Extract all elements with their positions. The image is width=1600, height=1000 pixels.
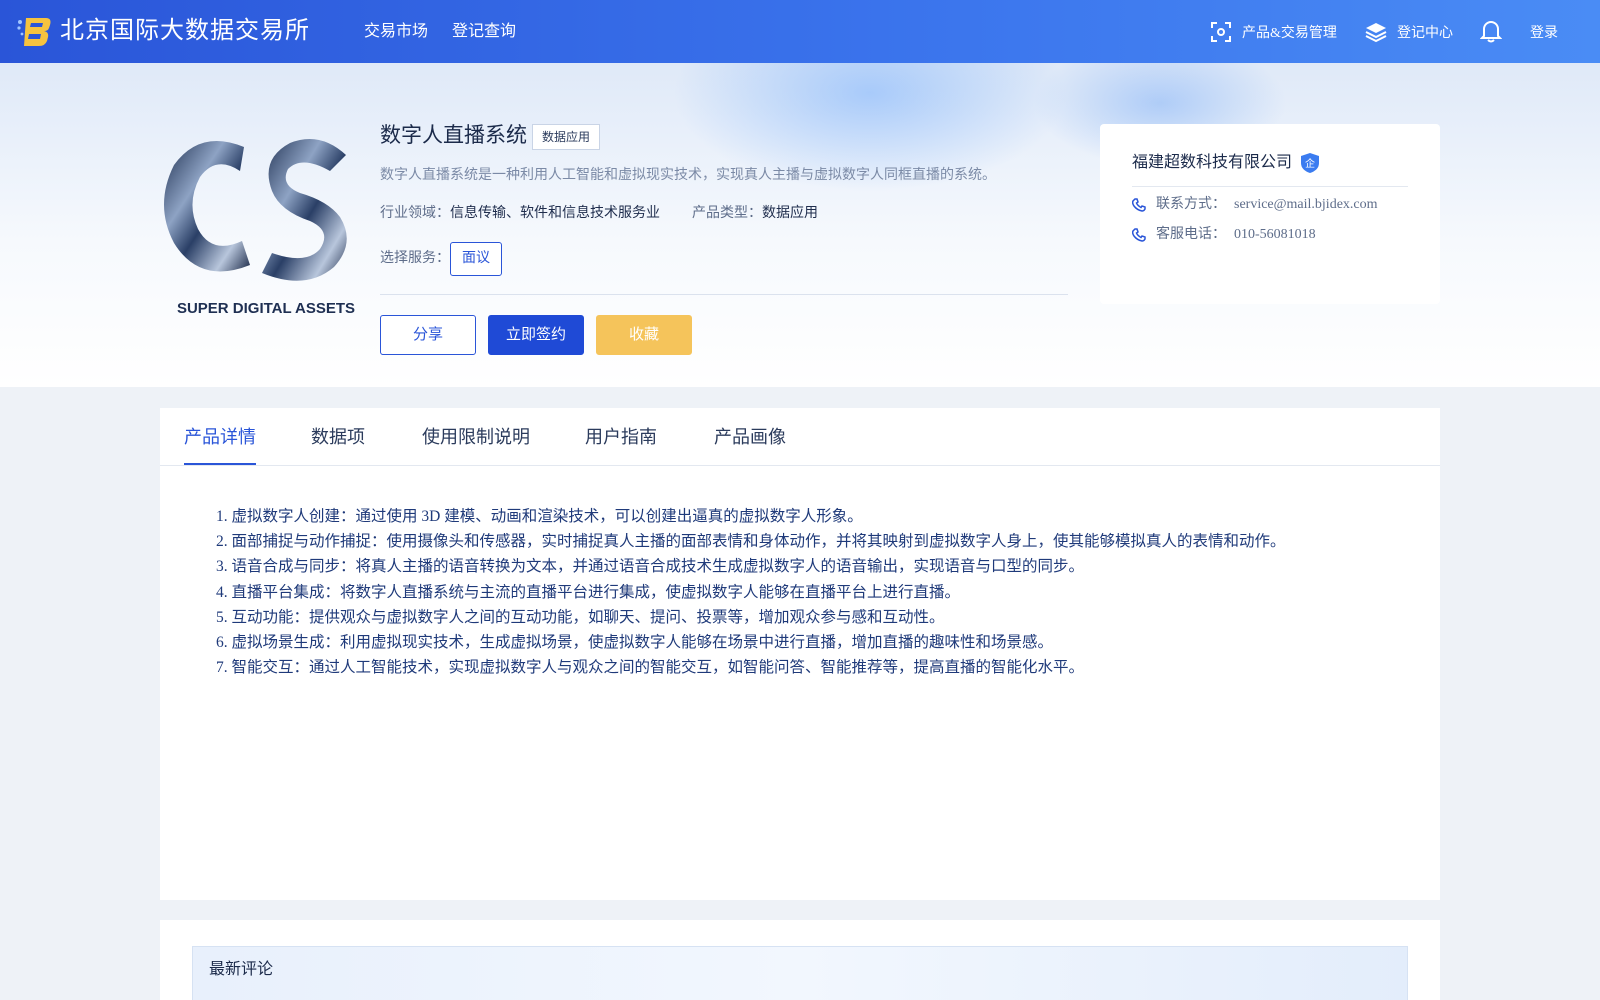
active-tab-indicator bbox=[184, 463, 256, 465]
hero-divider bbox=[380, 294, 1068, 295]
phone-icon bbox=[1132, 198, 1146, 212]
product-title: 数字人直播系统 bbox=[380, 123, 527, 147]
list-item: 6. 虚拟场景生成：利用虚拟现实技术，生成虚拟场景，使虚拟数字人能够在场景中进行… bbox=[216, 634, 1054, 652]
nav-register-center[interactable]: 登记中心 bbox=[1365, 18, 1453, 46]
list-item: 1. 虚拟数字人创建：通过使用 3D 建模、动画和渲染技术，可以创建出逼真的虚拟… bbox=[216, 508, 863, 525]
industry-field: 行业领域：信息传输、软件和信息技术服务业 bbox=[380, 204, 660, 224]
logo-mark-icon[interactable] bbox=[16, 14, 52, 48]
product-description: 数字人直播系统是一种利用人工智能和虚拟现实技术，实现真人主播与虚拟数字人同框直播… bbox=[380, 168, 996, 183]
contact-phone-row: 客服电话： 010-56081018 bbox=[1132, 225, 1316, 245]
favorite-button[interactable]: 收藏 bbox=[596, 315, 692, 355]
product-type-label: 产品类型： bbox=[692, 206, 762, 221]
industry-value: 信息传输、软件和信息技术服务业 bbox=[450, 206, 660, 221]
service-label: 选择服务： bbox=[380, 251, 450, 266]
list-item: 7. 智能交互：通过人工智能技术，实现虚拟数字人与观众之间的智能交互，如智能问答… bbox=[216, 659, 1085, 677]
industry-label: 行业领域： bbox=[380, 206, 450, 221]
product-type-field: 产品类型：数据应用 bbox=[692, 204, 818, 224]
product-type-tag: 数据应用 bbox=[532, 124, 601, 150]
tab-user-guide[interactable]: 用户指南 bbox=[585, 424, 657, 450]
feature-list: 1. 虚拟数字人创建：通过使用 3D 建模、动画和渲染技术，可以创建出逼真的虚拟… bbox=[216, 504, 1286, 680]
detail-tabs: 产品详情 数据项 使用限制说明 用户指南 产品画像 bbox=[160, 408, 1440, 466]
company-name[interactable]: 福建超数科技有限公司 bbox=[1132, 151, 1292, 175]
phone-icon bbox=[1132, 228, 1146, 242]
comments-title: 最新评论 bbox=[209, 961, 274, 978]
enterprise-badge-icon: 企 bbox=[1301, 153, 1319, 173]
site-name[interactable]: 北京国际大数据交易所 bbox=[60, 14, 310, 48]
nav-product-trade-mgmt-label: 产品&交易管理 bbox=[1242, 26, 1337, 41]
list-item: 5. 互动功能：提供观众与虚拟数字人之间的互动功能，如聊天、提问、投票等，增加观… bbox=[216, 608, 945, 626]
comments-panel: 最新评论 bbox=[160, 920, 1440, 1000]
list-item: 2. 面部捕捉与动作捕捉：使用摄像头和传感器，实时捕捉真人主播的面部表情和身体动… bbox=[216, 533, 1286, 551]
tab-usage-restrictions[interactable]: 使用限制说明 bbox=[422, 424, 530, 450]
share-button[interactable]: 分享 bbox=[380, 315, 476, 355]
tab-data-items[interactable]: 数据项 bbox=[311, 424, 365, 450]
nav-product-trade-mgmt[interactable]: 产品&交易管理 bbox=[1210, 18, 1337, 46]
list-item: 3. 语音合成与同步：将真人主播的语音转换为文本，并通过语音合成技术生成虚拟数字… bbox=[216, 558, 1085, 576]
nav-register-center-label: 登记中心 bbox=[1397, 26, 1453, 41]
nav-register-query[interactable]: 登记查询 bbox=[452, 20, 516, 44]
bell-icon[interactable] bbox=[1480, 19, 1502, 43]
svg-text:企: 企 bbox=[1305, 157, 1315, 170]
login-link[interactable]: 登录 bbox=[1530, 22, 1558, 42]
top-nav-bar: 北京国际大数据交易所 交易市场 登记查询 产品&交易管理 登记中心 登录 bbox=[0, 0, 1600, 63]
scan-icon bbox=[1211, 22, 1231, 42]
sign-now-button[interactable]: 立即签约 bbox=[488, 315, 584, 355]
company-divider bbox=[1132, 186, 1408, 187]
list-item: 4. 直播平台集成：将数字人直播系统与主流的直播平台进行集成，使虚拟数字人能够在… bbox=[216, 583, 961, 601]
tab-product-details[interactable]: 产品详情 bbox=[184, 424, 256, 450]
nav-trading-market[interactable]: 交易市场 bbox=[364, 20, 428, 44]
company-card: 福建超数科技有限公司 企 联系方式： service@mail.bjidex.c… bbox=[1100, 124, 1440, 304]
tab-product-profile[interactable]: 产品画像 bbox=[714, 424, 786, 450]
logo-caption: SUPER DIGITAL ASSETS bbox=[177, 300, 355, 317]
layers-icon bbox=[1365, 23, 1387, 43]
contact-email-row: 联系方式： service@mail.bjidex.com bbox=[1132, 195, 1378, 215]
phone-value: 010-56081018 bbox=[1234, 227, 1316, 242]
service-option-negotiable[interactable]: 面议 bbox=[450, 242, 502, 276]
product-type-value: 数据应用 bbox=[762, 206, 818, 221]
product-detail-panel: 产品详情 数据项 使用限制说明 用户指南 产品画像 1. 虚拟数字人创建：通过使… bbox=[160, 408, 1440, 900]
contact-email[interactable]: service@mail.bjidex.com bbox=[1234, 195, 1378, 215]
phone-label: 客服电话： bbox=[1156, 227, 1226, 242]
contact-label: 联系方式： bbox=[1156, 197, 1226, 212]
product-logo: SUPER DIGITAL ASSETS bbox=[164, 139, 355, 317]
comments-header: 最新评论 bbox=[192, 946, 1408, 1000]
